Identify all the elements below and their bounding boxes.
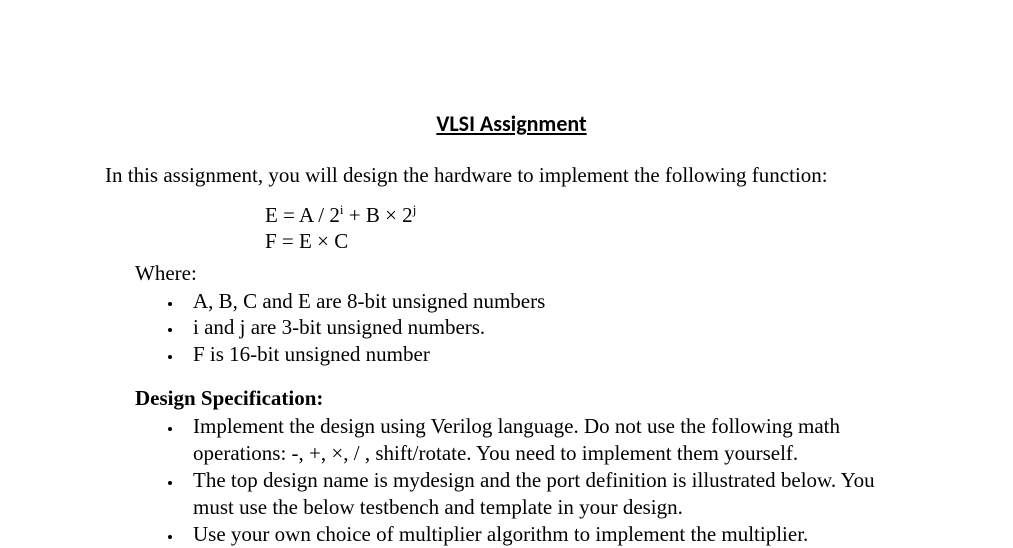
equation-line-1: E = A / 2i + B × 2j [265, 202, 918, 228]
equation-block: E = A / 2i + B × 2j F = E × C [265, 202, 918, 255]
where-list: A, B, C and E are 8-bit unsigned numbers… [105, 288, 918, 369]
spec-heading: Design Specification: [135, 386, 918, 411]
list-item: Use your own choice of multiplier algori… [183, 521, 918, 548]
eq1-exp2: j [413, 202, 417, 217]
where-label: Where: [135, 261, 918, 286]
intro-paragraph: In this assignment, you will design the … [105, 163, 918, 188]
list-item: The top design name is mydesign and the … [183, 467, 918, 521]
list-item: F is 16-bit unsigned number [183, 341, 918, 368]
page-title: VLSI Assignment [105, 110, 918, 137]
eq1-mid: + B × 2 [343, 203, 412, 227]
eq1-pre: E = A / 2 [265, 203, 340, 227]
list-item: A, B, C and E are 8-bit unsigned numbers [183, 288, 918, 315]
document-page: VLSI Assignment In this assignment, you … [0, 0, 1013, 548]
list-item: i and j are 3-bit unsigned numbers. [183, 314, 918, 341]
spec-list: Implement the design using Verilog langu… [105, 413, 918, 547]
equation-line-2: F = E × C [265, 228, 918, 254]
list-item: Implement the design using Verilog langu… [183, 413, 918, 467]
